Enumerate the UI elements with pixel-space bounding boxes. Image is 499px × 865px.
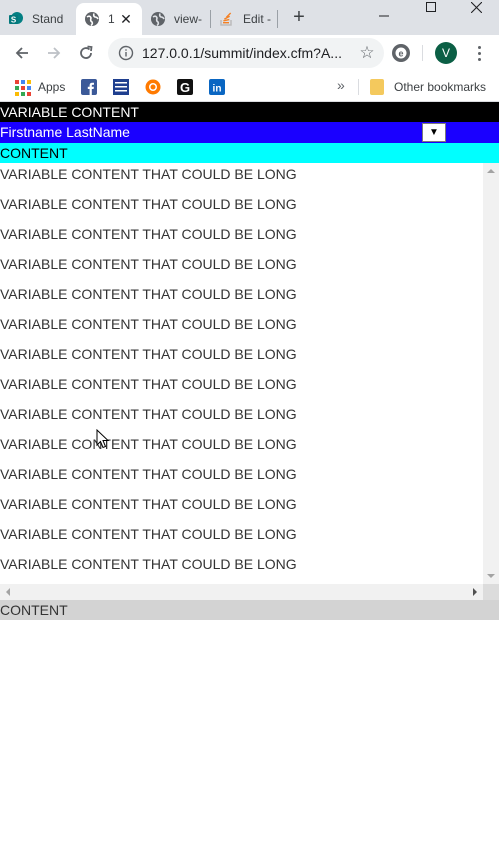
orange-sun-icon[interactable] [145,76,161,98]
horizontal-scrollbar[interactable] [0,584,483,600]
bookmarks-bar: Apps G in » Other bookmarks [0,71,499,102]
apps-grid-icon [14,79,31,96]
content-row: VARIABLE CONTENT THAT COULD BE LONG [0,406,297,422]
tab-strip: S Stand 1 ✕ view- Edit - + [0,0,499,35]
select-dropdown-arrow-icon[interactable]: ▼ [422,123,446,142]
scroll-right-arrow-icon[interactable] [467,584,483,600]
weather-channel-icon[interactable] [113,76,129,98]
tab-view[interactable]: view- [142,3,210,35]
url-text[interactable]: 127.0.0.1/summit/index.cfm?A... [142,45,342,61]
folder-icon [370,79,384,95]
toolbar-separator [422,45,423,61]
more-menu-icon[interactable] [468,41,490,65]
tab-title: Stand [32,12,64,26]
content-row: VARIABLE CONTENT THAT COULD BE LONG [0,556,297,572]
vertical-scrollbar[interactable] [483,163,499,584]
scrollable-content[interactable]: VARIABLE CONTENT THAT COULD BE LONG VARIA… [0,163,499,600]
address-bar[interactable]: 127.0.0.1/summit/index.cfm?A... ☆ [108,38,384,68]
svg-text:G: G [180,80,190,95]
info-icon[interactable] [118,45,134,61]
content-row: VARIABLE CONTENT THAT COULD BE LONG [0,166,297,182]
user-header: Firstname LastName ▼ [0,122,499,143]
tab-edit[interactable]: Edit - [211,3,277,35]
sharepoint-icon: S [8,11,24,27]
scrollbar-corner [483,584,499,600]
tab-title: Edit - [243,12,272,26]
content-row: VARIABLE CONTENT THAT COULD BE LONG [0,466,297,482]
globe-icon [84,11,100,27]
bookmark-label: Apps [38,80,66,94]
reload-button[interactable] [72,39,100,67]
scroll-left-arrow-icon[interactable] [0,584,16,600]
other-bookmarks-folder[interactable]: Other bookmarks [370,76,486,98]
close-tab-icon[interactable]: ✕ [118,11,134,27]
tab-separator [277,10,278,28]
minimize-icon[interactable] [361,0,407,32]
facebook-icon[interactable] [81,76,97,98]
bookmark-label: Other bookmarks [394,80,487,94]
g-icon[interactable]: G [177,76,193,98]
content-row: VARIABLE CONTENT THAT COULD BE LONG [0,376,297,392]
content-row: VARIABLE CONTENT THAT COULD BE LONG [0,316,297,332]
new-tab-button[interactable]: + [287,6,311,30]
content-row: VARIABLE CONTENT THAT COULD BE LONG [0,286,297,302]
close-window-icon[interactable] [453,0,499,23]
svg-text:S: S [11,16,17,25]
stackoverflow-icon [219,11,235,27]
maximize-icon[interactable] [408,0,454,23]
user-select[interactable]: Firstname LastName ▼ [0,122,446,143]
forward-button[interactable] [40,39,68,67]
linkedin-icon[interactable]: in [209,76,225,98]
header-content: CONTENT [0,143,499,163]
content-row: VARIABLE CONTENT THAT COULD BE LONG [0,496,297,512]
content-rows: VARIABLE CONTENT THAT COULD BE LONG VARIA… [0,163,483,584]
footer-content: CONTENT [0,600,499,620]
bookmarks-separator [358,79,359,95]
content-row: VARIABLE CONTENT THAT COULD BE LONG [0,526,297,542]
content-row: VARIABLE CONTENT THAT COULD BE LONG [0,196,297,212]
content-row: VARIABLE CONTENT THAT COULD BE LONG [0,436,297,452]
bookmark-star-icon[interactable]: ☆ [356,42,378,64]
back-button[interactable] [8,39,36,67]
header-variable-content: VARIABLE CONTENT [0,102,499,122]
content-row: VARIABLE CONTENT THAT COULD BE LONG [0,226,297,242]
svg-text:in: in [213,84,222,95]
scroll-down-arrow-icon[interactable] [483,568,499,584]
bookmark-apps[interactable]: Apps [14,76,65,98]
mouse-cursor-icon [96,429,110,449]
extension-icon[interactable]: e [390,42,412,64]
browser-toolbar: 127.0.0.1/summit/index.cfm?A... ☆ e V [0,35,499,71]
tab-stand[interactable]: S Stand [0,3,76,35]
content-row: VARIABLE CONTENT THAT COULD BE LONG [0,346,297,362]
profile-avatar[interactable]: V [435,42,457,64]
tab-active[interactable]: 1 ✕ [76,3,142,35]
bookmarks-overflow-button[interactable]: » [337,77,345,93]
globe-icon [150,11,166,27]
content-row: VARIABLE CONTENT THAT COULD BE LONG [0,256,297,272]
tab-title: view- [174,12,203,26]
svg-text:e: e [398,49,403,59]
scroll-up-arrow-icon[interactable] [483,163,499,179]
page-content: VARIABLE CONTENT Firstname LastName ▼ CO… [0,102,499,865]
tab-title: 1 [108,12,115,26]
user-name: Firstname LastName [0,124,130,140]
